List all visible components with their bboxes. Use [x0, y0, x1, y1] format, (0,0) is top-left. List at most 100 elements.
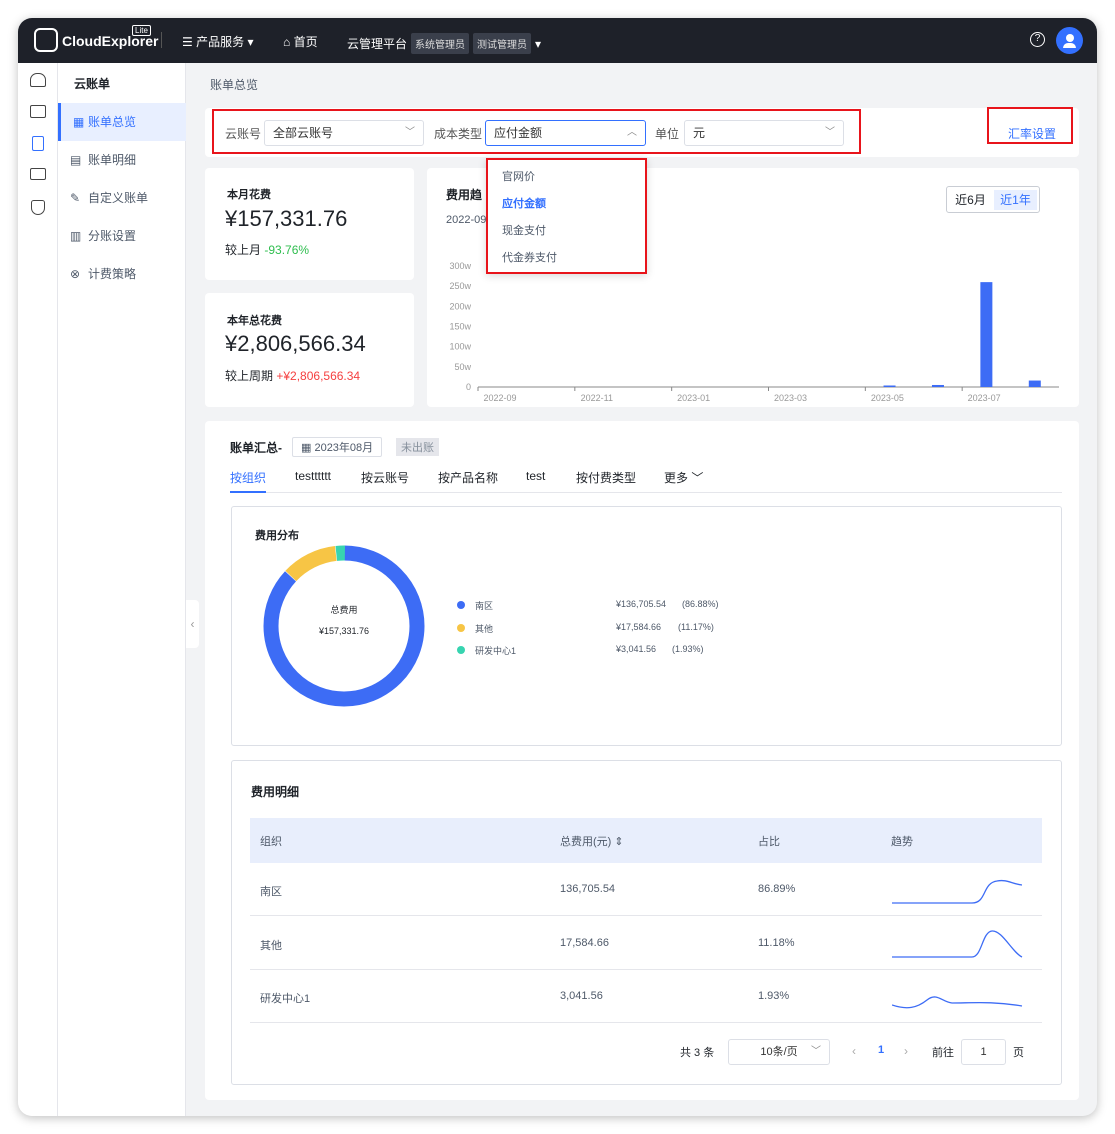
- legend-dot: [457, 646, 465, 654]
- x-tick-label: 2022-11: [581, 393, 613, 403]
- cost-type-select[interactable]: 应付金额 ︿: [485, 120, 646, 146]
- list-icon: ☰: [182, 35, 197, 49]
- platform-role-switch[interactable]: 云管理平台 系统管理员 测试管理员 ▾: [347, 33, 541, 54]
- role-tag: 测试管理员: [473, 33, 532, 54]
- policy-icon: ⊗: [70, 267, 81, 281]
- submenu-item[interactable]: ▤ 账单明细: [58, 141, 186, 179]
- y-tick-label: 0: [466, 382, 471, 392]
- unit-select[interactable]: 元 ﹀: [684, 120, 844, 146]
- month-cost-card: 本月花费 ¥157,331.76 较上月 -93.76%: [205, 168, 414, 280]
- dropdown-option[interactable]: 现金支付: [502, 222, 546, 238]
- y-tick-label: 300w: [449, 261, 471, 271]
- status-badge: 未出账: [396, 438, 439, 456]
- table-row[interactable]: 南区 136,705.54 86.89%: [250, 863, 1042, 916]
- month-cost-value: ¥157,331.76: [225, 206, 348, 231]
- x-tick-label: 2023-07: [968, 393, 1001, 403]
- table-row[interactable]: 研发中心1 3,041.56 1.93%: [250, 970, 1042, 1023]
- users-icon[interactable]: [30, 73, 46, 87]
- shield-icon[interactable]: [31, 200, 45, 215]
- prev-page-button[interactable]: ‹: [852, 1044, 856, 1058]
- products-menu[interactable]: ☰ 产品服务 ▾: [182, 33, 253, 50]
- legend-dot: [457, 601, 465, 609]
- y-tick-label: 250w: [449, 281, 471, 291]
- y-tick-label: 100w: [449, 342, 471, 352]
- trend-sparkline: [892, 879, 1023, 904]
- table-row[interactable]: 其他 17,584.66 11.18%: [250, 917, 1042, 970]
- summary-tab[interactable]: testttttt: [295, 469, 331, 493]
- caret-down-icon: ▾: [535, 36, 542, 51]
- bar-2023-06[interactable]: [931, 384, 944, 387]
- unit-label: 单位: [655, 127, 680, 141]
- x-tick-label: 2023-05: [871, 393, 904, 403]
- split-icon: ▥: [70, 229, 82, 243]
- calendar-icon: ▦: [301, 442, 315, 454]
- account-select[interactable]: 全部云账号 ﹀: [264, 120, 424, 146]
- y-tick-label: 200w: [449, 301, 471, 311]
- submenu: 云账单 ▦ 账单总览 ▤ 账单明细 ✎ 自定义账单 ▥ 分账设置 ⊗ 计费策略: [58, 63, 186, 1116]
- bill-summary-card: 账单汇总- ▦ 2023年08月 未出账 按组织 testttttt 按云账号 按产品…: [205, 421, 1079, 1100]
- bar-2023-08[interactable]: [1028, 380, 1041, 387]
- cost-type-label: 成本类型: [434, 127, 483, 141]
- home-link[interactable]: ⌂ 首页: [283, 33, 318, 50]
- table-header: 组织 总费用(元) ⇕ 占比 趋势: [250, 818, 1042, 863]
- chevron-up-icon: ︿: [627, 127, 637, 138]
- role-tag: 系统管理员: [411, 33, 470, 54]
- home-icon: ⌂: [283, 35, 294, 49]
- page-size-select[interactable]: 10条/页 ﹀: [728, 1039, 830, 1065]
- summary-tab[interactable]: test: [526, 469, 545, 493]
- next-page-button[interactable]: ›: [904, 1044, 908, 1058]
- summary-tab[interactable]: 按组织: [230, 469, 267, 493]
- chevron-down-icon: ﹀: [811, 1046, 821, 1057]
- y-tick-label: 150w: [449, 322, 471, 332]
- dropdown-option[interactable]: 官网价: [502, 168, 535, 184]
- x-tick-label: 2023-01: [677, 393, 710, 403]
- grid-icon: ▦: [73, 115, 85, 129]
- year-cost-card: 本年总花费 ¥2,806,566.34 较上周期 +¥2,806,566.34: [205, 293, 414, 407]
- sort-icon: ⇕: [614, 836, 624, 848]
- sort-total-header[interactable]: 总费用(元) ⇕: [560, 833, 624, 849]
- bill-icon[interactable]: [32, 136, 44, 151]
- summary-tab[interactable]: 更多 ﹀: [664, 469, 703, 493]
- bar-2023-07[interactable]: [980, 282, 993, 387]
- goto-page-input[interactable]: 1: [961, 1039, 1006, 1065]
- help-icon[interactable]: ?: [1030, 32, 1045, 47]
- bar-2023-05[interactable]: [883, 385, 896, 388]
- lite-badge: Lite: [132, 25, 151, 36]
- logo-icon: [34, 28, 58, 52]
- collapse-sidebar-button[interactable]: ‹: [186, 600, 199, 648]
- cost-detail-panel: 费用明细 组织 总费用(元) ⇕ 占比 趋势 南区 136,705.54 86.89…: [231, 760, 1062, 1085]
- summary-tab[interactable]: 按产品名称: [438, 469, 498, 493]
- chevron-down-icon: ﹀: [825, 127, 835, 138]
- submenu-item[interactable]: ⊗ 计费策略: [58, 255, 186, 293]
- dropdown-option[interactable]: 代金券支付: [502, 249, 557, 265]
- distribution-panel: 费用分布 总费用 ¥157,331.76 南区 ¥136,705.54 (86.88…: [231, 506, 1062, 746]
- server-icon[interactable]: [30, 105, 46, 118]
- summary-tab[interactable]: 按云账号: [361, 469, 409, 493]
- chevron-down-icon: ﹀: [688, 471, 704, 485]
- summary-tab[interactable]: 按付费类型: [576, 469, 636, 493]
- top-bar: CloudExplorer Lite ☰ 产品服务 ▾ ⌂ 首页 云管理平台 系…: [18, 18, 1097, 63]
- caret-down-icon: ▾: [244, 35, 254, 49]
- app-window: CloudExplorer Lite ☰ 产品服务 ▾ ⌂ 首页 云管理平台 系…: [18, 18, 1097, 1116]
- year-cost-value: ¥2,806,566.34: [225, 331, 366, 356]
- dropdown-option[interactable]: 应付金额: [502, 195, 546, 211]
- month-picker[interactable]: ▦ 2023年08月: [292, 437, 383, 457]
- exchange-rate-link[interactable]: 汇率设置: [1008, 125, 1056, 142]
- x-tick-label: 2023-03: [774, 393, 807, 403]
- chevron-down-icon: ﹀: [405, 127, 415, 138]
- avatar[interactable]: [1056, 27, 1083, 54]
- page-number[interactable]: 1: [878, 1044, 884, 1056]
- monitor-icon[interactable]: [30, 168, 46, 180]
- account-label: 云账号: [225, 127, 262, 141]
- trend-sparkline: [892, 929, 1023, 958]
- icon-rail: [18, 63, 58, 1116]
- legend-dot: [457, 623, 465, 632]
- submenu-item[interactable]: ▥ 分账设置: [58, 217, 186, 255]
- breadcrumb: 账单总览: [210, 78, 259, 92]
- submenu-item[interactable]: ✎ 自定义账单: [58, 179, 186, 217]
- submenu-item[interactable]: ▦ 账单总览: [58, 103, 186, 141]
- summary-tabs: 按组织 testttttt 按云账号 按产品名称 test 按付费类型 更多 ﹀: [230, 469, 1062, 493]
- document-icon: ▤: [70, 153, 82, 167]
- cost-type-dropdown: 官网价应付金额现金支付代金券支付: [486, 158, 647, 274]
- trend-sparkline: [892, 996, 1023, 1009]
